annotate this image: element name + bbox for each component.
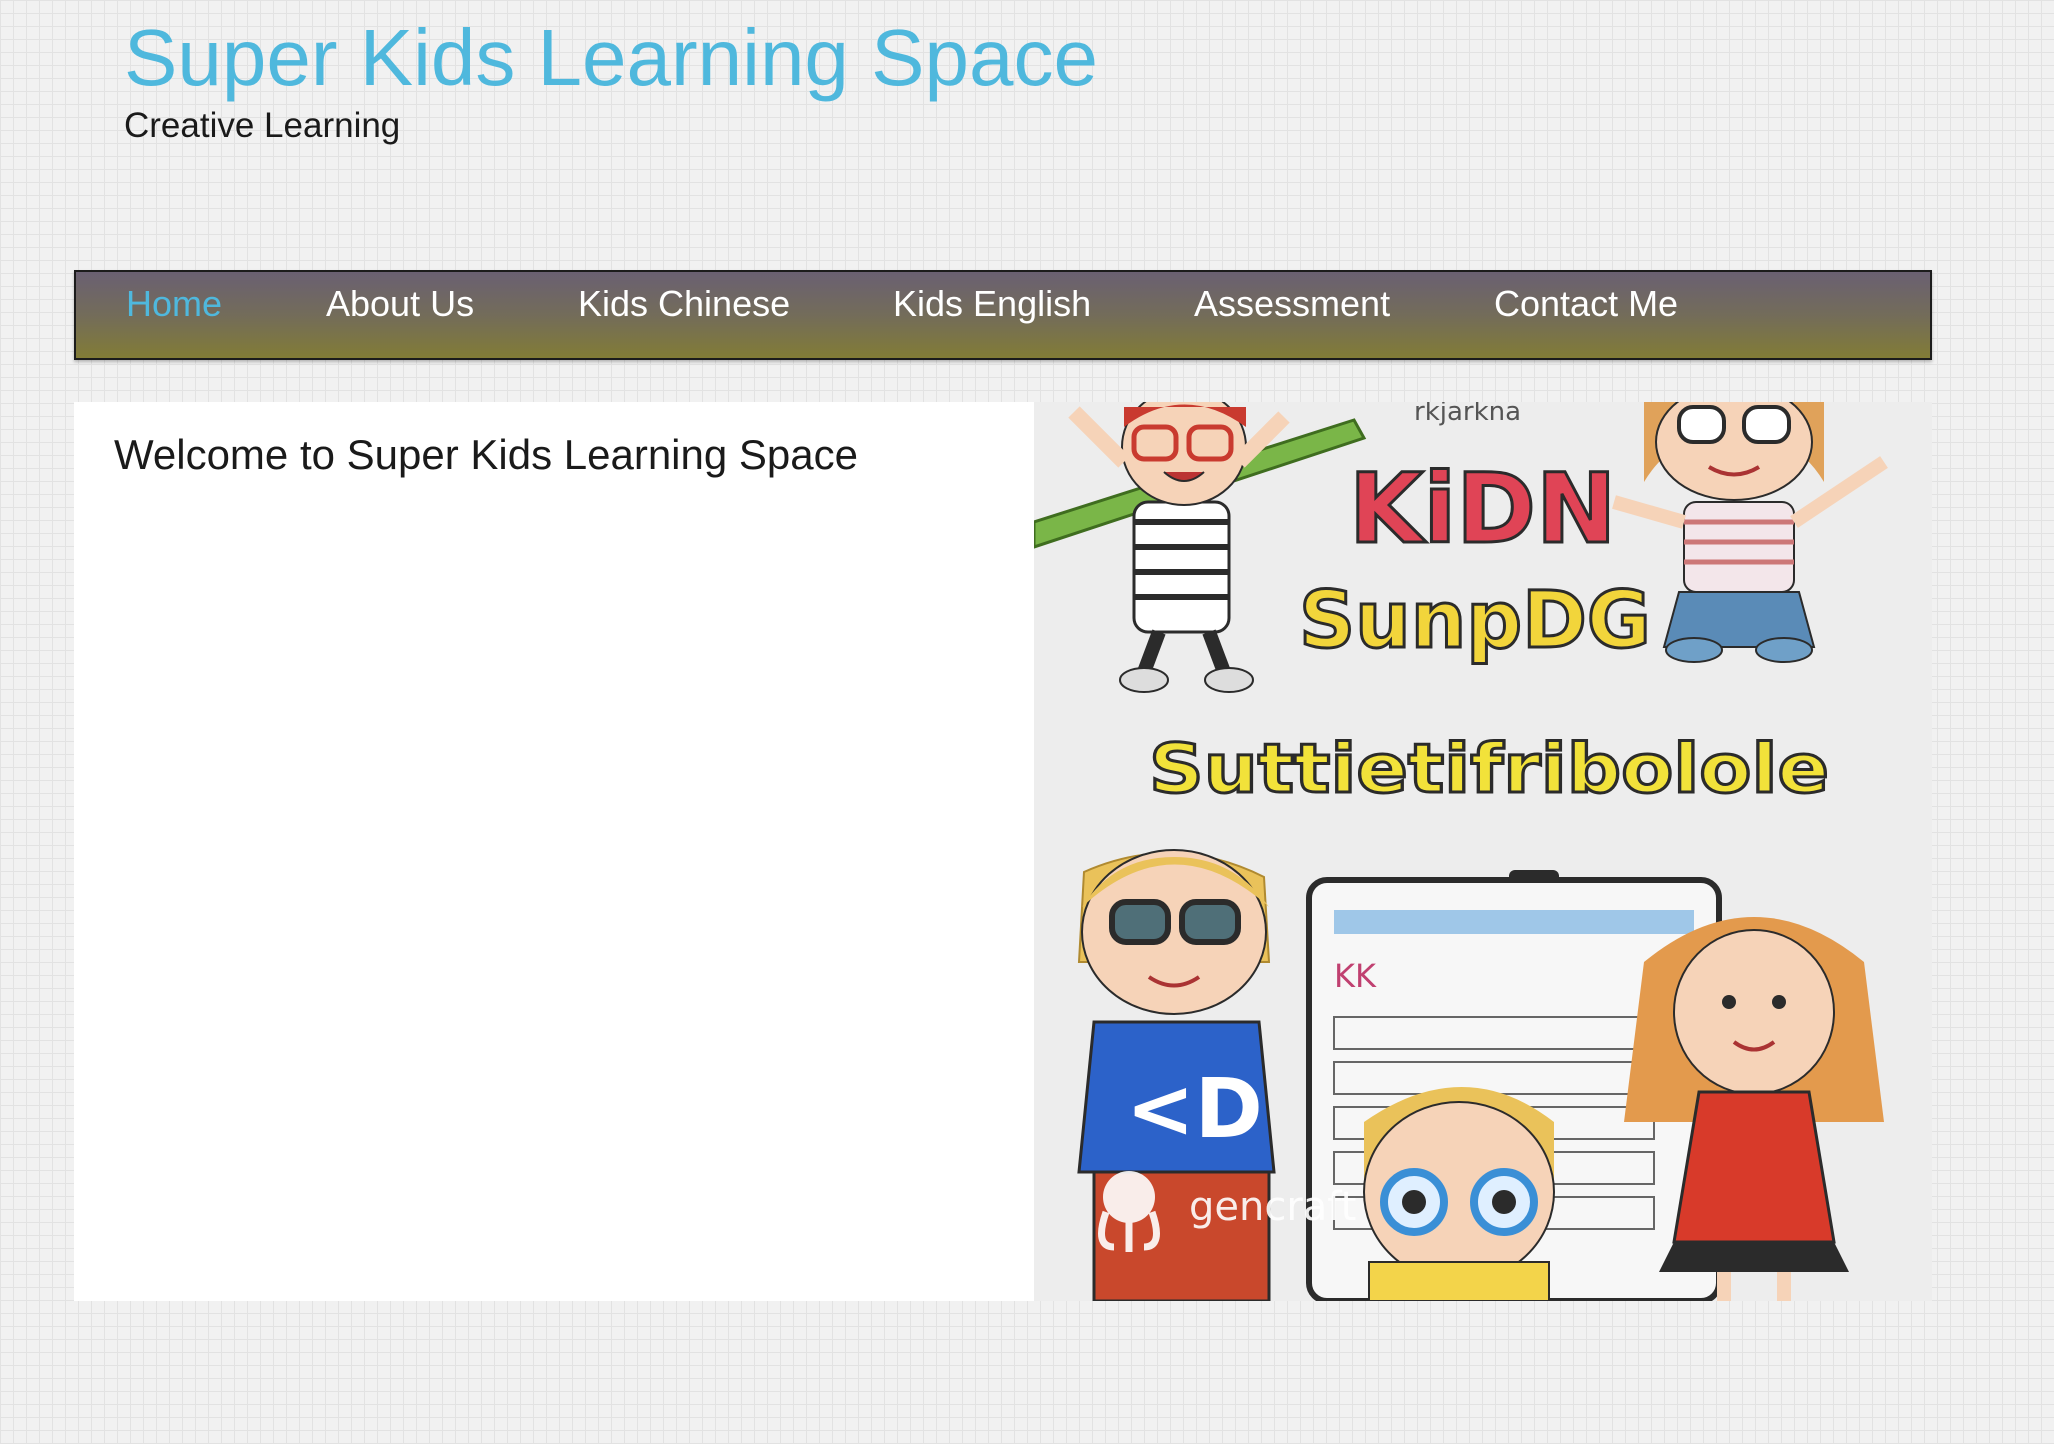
nav-item-kids-english[interactable]: Kids English — [893, 284, 1091, 324]
hero-top-text: rkjarkna — [1414, 402, 1521, 427]
site-header: Super Kids Learning Space Creative Learn… — [124, 10, 1098, 146]
site-title[interactable]: Super Kids Learning Space — [124, 10, 1098, 106]
nav-item-about-us[interactable]: About Us — [326, 284, 474, 324]
nav-item-kids-chinese[interactable]: Kids Chinese — [578, 284, 790, 324]
main-navigation: Home About Us Kids Chinese Kids English … — [74, 270, 1932, 360]
cartoon-kid-bottom-left: <D — [1077, 849, 1276, 1301]
main-content: Welcome to Super Kids Learning Space rkj… — [74, 402, 1932, 1301]
hero-image: rkjarkna KiDN SunpDG Suttietifribolole K… — [1034, 402, 1932, 1301]
welcome-heading: Welcome to Super Kids Learning Space — [114, 431, 858, 478]
nav-item-assessment[interactable]: Assessment — [1194, 284, 1390, 324]
hero-title-line3: Suttietifribolole — [1149, 730, 1829, 809]
cartoon-kid-bottom-middle — [1363, 1087, 1555, 1301]
site-tagline: Creative Learning — [124, 106, 401, 145]
nav-item-home[interactable]: Home — [126, 284, 222, 324]
nav-item-contact-me[interactable]: Contact Me — [1494, 284, 1678, 324]
hero-badge-text: <D — [1126, 1062, 1263, 1157]
hero-title-line1: KiDN — [1349, 453, 1616, 565]
gencraft-watermark-text: gencraft — [1189, 1184, 1356, 1230]
hero-tablet-text: KK — [1334, 957, 1377, 995]
hero-title-line2: SunpDG — [1299, 576, 1651, 666]
